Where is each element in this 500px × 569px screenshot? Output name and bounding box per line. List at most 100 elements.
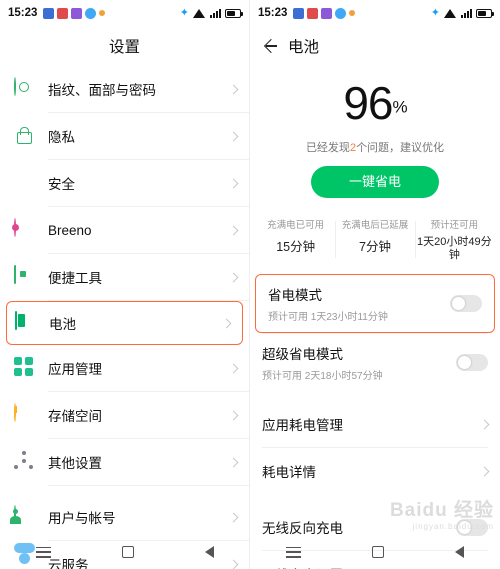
app-icon-blue bbox=[43, 7, 55, 19]
app-icon-orange bbox=[349, 10, 356, 16]
sidebar-item-other-settings[interactable]: 其他设置 bbox=[0, 439, 249, 485]
back-arrow-icon[interactable] bbox=[262, 38, 278, 54]
status-system-icons-right: ✦ bbox=[430, 6, 494, 19]
settings-list: 指纹、面部与密码 隐私 安全 Breeno 便捷工具 电池 应用管理 存储空间 … bbox=[0, 66, 249, 569]
item-label: 应用管理 bbox=[48, 362, 102, 377]
shield-icon bbox=[14, 172, 36, 194]
power-save-mode-toggle[interactable] bbox=[450, 295, 482, 312]
item-label: Breeno bbox=[48, 222, 92, 238]
chevron-right-icon bbox=[479, 419, 490, 429]
fingerprint-icon bbox=[14, 77, 36, 100]
battery-icon bbox=[15, 311, 37, 334]
home-icon[interactable] bbox=[121, 546, 134, 558]
storage-pie-icon bbox=[14, 403, 36, 426]
battery-status-icon bbox=[225, 8, 243, 18]
back-nav-icon[interactable] bbox=[204, 546, 214, 558]
item-label: 隐私 bbox=[48, 130, 75, 145]
sidebar-item-battery[interactable]: 电池 bbox=[6, 301, 243, 345]
more-dots-icon bbox=[14, 451, 36, 473]
stat-item: 充满电已可用 15分钟 bbox=[256, 217, 335, 262]
stat-key: 充满电已可用 bbox=[267, 220, 325, 231]
bottom-nav-left bbox=[0, 535, 249, 569]
sidebar-item-users-accounts[interactable]: 用户与帐号 bbox=[0, 494, 249, 540]
chevron-right-icon bbox=[228, 512, 239, 522]
status-bar-left: 15:23 ✦ bbox=[0, 0, 249, 26]
power-save-mode-row[interactable]: 省电模式 预计可用 1天23小时11分钟 bbox=[255, 274, 495, 333]
sidebar-item-breeno[interactable]: Breeno bbox=[0, 207, 249, 253]
notice-suffix: 个问题，建议优化 bbox=[356, 142, 445, 154]
super-power-save-mode-toggle[interactable] bbox=[456, 354, 488, 371]
item-label: 安全 bbox=[48, 177, 75, 192]
chevron-right-icon bbox=[228, 363, 239, 373]
reverse-wireless-charging-toggle[interactable] bbox=[456, 518, 488, 536]
sidebar-item-apps[interactable]: 应用管理 bbox=[0, 345, 249, 391]
stat-item: 充满电后已延展 7分钟 bbox=[335, 217, 414, 262]
user-account-icon bbox=[14, 505, 36, 528]
option-subtitle: 预计可用 2天18小时57分钟 bbox=[262, 371, 383, 382]
wifi-icon bbox=[444, 8, 457, 18]
app-icon-cyan bbox=[85, 7, 97, 19]
item-label: 便捷工具 bbox=[48, 271, 102, 286]
home-icon[interactable] bbox=[371, 546, 384, 558]
stat-item: 预计还可用 1天20小时49分钟 bbox=[414, 217, 494, 262]
power-usage-details-row[interactable]: 耗电详情 bbox=[250, 448, 500, 494]
option-subtitle: 预计可用 1天23小时11分钟 bbox=[268, 312, 388, 323]
item-label: 用户与帐号 bbox=[48, 511, 116, 526]
battery-screen: 15:23 ✦ 电池 96% 已经发现2个问题，建议优化 一键省电 充满电已可用… bbox=[250, 0, 500, 569]
menu-icon[interactable] bbox=[285, 546, 301, 558]
status-app-icons-left bbox=[43, 7, 106, 19]
chevron-right-icon bbox=[228, 225, 239, 235]
battery-percent-block: 96% bbox=[250, 80, 500, 126]
chevron-right-icon bbox=[479, 466, 490, 476]
chevron-right-icon bbox=[228, 272, 239, 282]
settings-title-bar: 设置 bbox=[0, 26, 249, 66]
one-key-save-power-button[interactable]: 一键省电 bbox=[311, 166, 439, 198]
option-title: 省电模式 bbox=[268, 288, 322, 303]
optimize-notice: 已经发现2个问题，建议优化 bbox=[250, 139, 500, 155]
bluetooth-icon: ✦ bbox=[430, 6, 440, 19]
app-power-management-row[interactable]: 应用耗电管理 bbox=[250, 401, 500, 447]
row-title: 耗电详情 bbox=[262, 465, 316, 480]
sidebar-item-fingerprint[interactable]: 指纹、面部与密码 bbox=[0, 66, 249, 112]
wifi-icon bbox=[193, 8, 206, 18]
divider bbox=[48, 485, 249, 486]
sidebar-item-security[interactable]: 安全 bbox=[0, 160, 249, 206]
page-title-right: 电池 bbox=[288, 39, 320, 56]
sidebar-item-privacy[interactable]: 隐私 bbox=[0, 113, 249, 159]
battery-percent-value: 96 bbox=[343, 77, 393, 129]
page-title-left: 设置 bbox=[108, 39, 140, 56]
stat-key: 充满电后已延展 bbox=[341, 220, 409, 231]
bluetooth-icon: ✦ bbox=[179, 6, 189, 19]
notice-prefix: 已经发现 bbox=[305, 142, 350, 154]
power-save-mode-text: 省电模式 预计可用 1天23小时11分钟 bbox=[268, 284, 388, 323]
super-power-save-mode-row[interactable]: 超级省电模式 预计可用 2天18小时57分钟 bbox=[250, 334, 500, 391]
stat-value: 15分钟 bbox=[276, 240, 316, 254]
app-icon-blue bbox=[293, 7, 305, 19]
sidebar-item-storage[interactable]: 存储空间 bbox=[0, 392, 249, 438]
chevron-right-icon bbox=[221, 318, 232, 328]
app-icon-orange bbox=[99, 10, 106, 16]
chevron-right-icon bbox=[228, 410, 239, 420]
app-icon-red bbox=[57, 7, 69, 19]
bottom-nav-right bbox=[250, 535, 500, 569]
status-time-left: 15:23 bbox=[8, 7, 38, 19]
sidebar-item-tools[interactable]: 便捷工具 bbox=[0, 254, 249, 300]
status-app-icons-right bbox=[293, 7, 356, 19]
item-label: 存储空间 bbox=[48, 409, 102, 424]
back-nav-icon[interactable] bbox=[455, 546, 465, 558]
battery-percent-unit: % bbox=[392, 97, 408, 117]
chevron-right-icon bbox=[228, 84, 239, 94]
row-title: 应用耗电管理 bbox=[262, 418, 343, 433]
status-system-icons-left: ✦ bbox=[179, 6, 243, 19]
super-power-save-mode-text: 超级省电模式 预计可用 2天18小时57分钟 bbox=[262, 343, 383, 382]
app-icon-purple bbox=[71, 7, 83, 19]
stat-value: 1天20小时49分钟 bbox=[417, 236, 492, 261]
battery-content: 96% 已经发现2个问题，建议优化 一键省电 充满电已可用 15分钟 充满电后已… bbox=[250, 80, 500, 569]
battery-title-bar: 电池 bbox=[250, 26, 500, 66]
chevron-right-icon bbox=[228, 131, 239, 141]
apps-grid-icon bbox=[14, 357, 36, 379]
app-icon-purple bbox=[321, 7, 333, 19]
tools-icon bbox=[14, 265, 36, 288]
menu-icon[interactable] bbox=[35, 546, 51, 558]
item-label: 其他设置 bbox=[48, 456, 102, 471]
